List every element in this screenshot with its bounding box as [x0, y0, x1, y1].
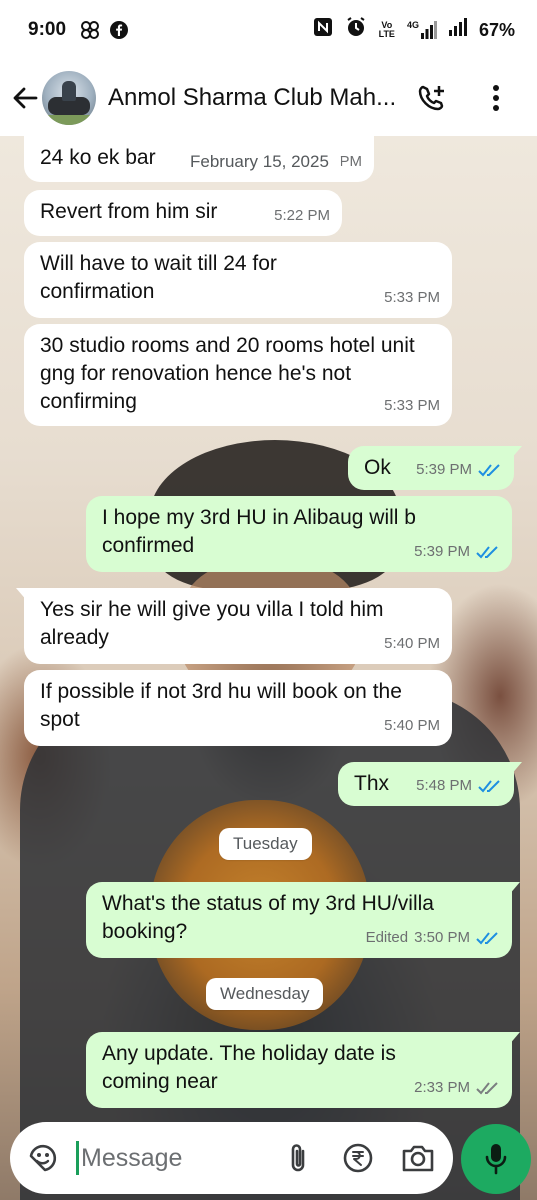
alarm-icon [345, 16, 367, 44]
message-text: 24 ko ek bar [40, 146, 156, 169]
message-time: 3:50 PM [414, 929, 470, 946]
message-text: Yes sir he will give you villa I told hi… [40, 598, 384, 649]
paperclip-icon[interactable] [277, 1137, 319, 1179]
message-text: I hope my 3rd HU in Alibaug will b confi… [102, 506, 416, 557]
message-text: Ok [364, 456, 391, 479]
message-time: 5:48 PM [416, 777, 472, 794]
facebook-icon [110, 21, 129, 39]
message-text: Will have to wait till 24 for confirmati… [40, 252, 277, 303]
battery-level: 67% [478, 19, 515, 40]
message-list[interactable]: 24 ko ek bar PM February 15, 2025 Revert… [0, 136, 537, 1126]
message-text: 30 studio rooms and 20 rooms hotel unit … [40, 334, 415, 413]
add-call-icon[interactable] [412, 83, 452, 113]
message-outgoing[interactable]: Ok 5:39 PM [348, 446, 522, 490]
message-incoming[interactable]: 30 studio rooms and 20 rooms hotel unit … [24, 324, 452, 426]
read-receipt-icon [476, 932, 498, 945]
contact-name[interactable]: Anmol Sharma Club Mah... [108, 84, 408, 112]
message-meta: 5:33 PM [384, 284, 440, 312]
delivered-receipt-icon [476, 1082, 498, 1095]
message-meta: PM [340, 148, 363, 176]
message-time: 5:40 PM [384, 717, 440, 734]
message-input[interactable]: Message [81, 1144, 277, 1173]
contact-avatar[interactable] [42, 71, 96, 125]
message-outgoing[interactable]: Thx 5:48 PM [338, 762, 522, 806]
sticker-icon[interactable] [26, 1141, 60, 1175]
signal-4g-indicator: 4G [407, 21, 437, 39]
floating-date-label: February 15, 2025 [178, 148, 341, 176]
text-cursor [76, 1141, 79, 1175]
message-text: Any update. The holiday date is coming n… [102, 1042, 396, 1093]
status-time: 9:00 [28, 19, 67, 40]
message-text: Thx [354, 772, 390, 795]
message-time: 5:39 PM [414, 543, 470, 560]
chat-header: Anmol Sharma Club Mah... [0, 60, 537, 136]
message-time: 5:22 PM [274, 207, 330, 224]
message-incoming[interactable]: Yes sir he will give you villa I told hi… [16, 588, 452, 664]
status-bar: 9:00 Vo LTE 4G 67% [0, 0, 537, 60]
message-outgoing[interactable]: Any update. The holiday date is coming n… [86, 1032, 520, 1108]
message-time: PM [339, 153, 363, 170]
message-meta: 5:22 PM [274, 202, 330, 230]
microphone-icon[interactable] [461, 1124, 531, 1194]
read-receipt-icon [476, 546, 498, 559]
volte-label-bottom: LTE [378, 29, 395, 39]
network-label: 4G [406, 20, 419, 30]
day-separator: Wednesday [206, 978, 324, 1010]
message-time: 5:33 PM [384, 397, 440, 414]
message-meta: 5:40 PM [384, 712, 440, 740]
day-separator: Tuesday [219, 828, 312, 860]
message-text: If possible if not 3rd hu will book on t… [40, 680, 402, 731]
edited-label: Edited [365, 929, 409, 946]
message-meta: 5:33 PM [384, 392, 440, 420]
camera-icon[interactable] [397, 1137, 439, 1179]
message-meta: 5:40 PM [384, 630, 440, 658]
read-receipt-icon [478, 464, 500, 477]
message-outgoing[interactable]: I hope my 3rd HU in Alibaug will b confi… [86, 496, 512, 572]
nfc-icon [313, 17, 333, 43]
message-text: Revert from him sir [40, 200, 218, 223]
message-incoming[interactable]: Revert from him sir 5:22 PM [24, 190, 342, 236]
pinwheel-icon [80, 20, 100, 40]
volte-indicator: Vo LTE [379, 21, 395, 39]
message-meta: 5:48 PM [416, 772, 502, 800]
message-outgoing[interactable]: What's the status of my 3rd HU/villa boo… [86, 882, 520, 958]
message-incoming[interactable]: If possible if not 3rd hu will book on t… [24, 670, 452, 746]
message-incoming[interactable]: Will have to wait till 24 for confirmati… [24, 242, 452, 318]
rupee-icon[interactable] [337, 1137, 379, 1179]
message-time: 5:39 PM [416, 461, 472, 478]
message-meta: 5:39 PM [414, 538, 500, 566]
message-meta: 5:39 PM [416, 456, 502, 484]
more-vert-icon[interactable] [476, 84, 516, 112]
message-meta: 2:33 PM [414, 1074, 500, 1102]
arrow-left-icon[interactable] [10, 86, 40, 110]
message-composer: Message [10, 1122, 453, 1194]
signal-icon [448, 18, 467, 42]
message-time: 2:33 PM [414, 1079, 470, 1096]
message-time: 5:40 PM [384, 635, 440, 652]
message-meta: Edited 3:50 PM [366, 924, 500, 952]
read-receipt-icon [478, 780, 500, 793]
message-time: 5:33 PM [384, 289, 440, 306]
